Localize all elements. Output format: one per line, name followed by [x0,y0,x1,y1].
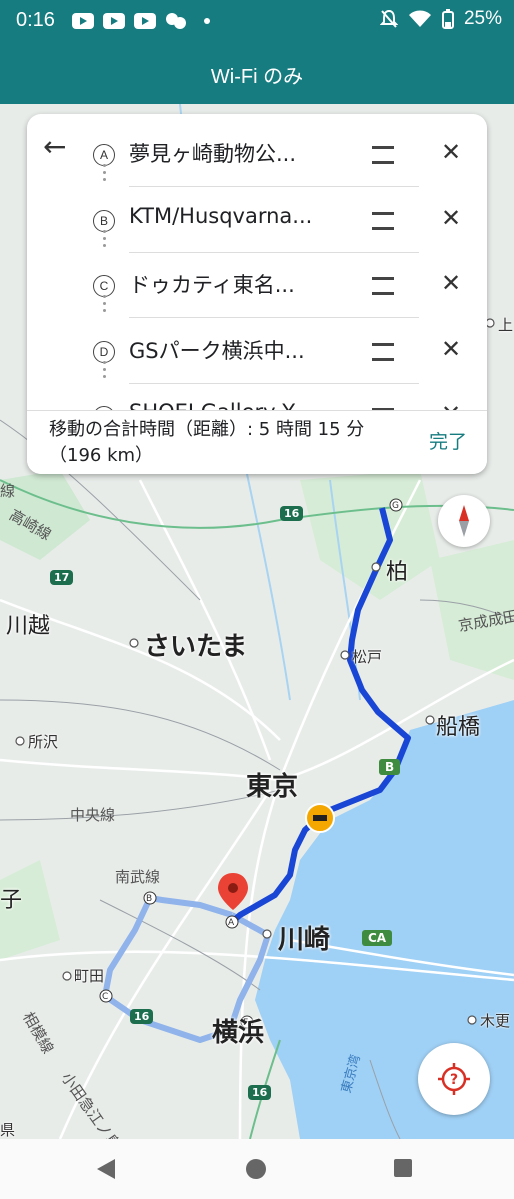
status-bar: 0:16 25% [0,0,514,44]
battery-icon [441,9,454,29]
youtube-icon [72,13,94,29]
status-right: 25% [379,8,502,30]
game-controller-icon [166,13,186,29]
marker-b-label: B [146,894,153,904]
divider [129,383,419,384]
map-label-kisarazu: 木更 [480,1012,511,1030]
drag-handle-icon[interactable] [372,146,394,164]
divider [129,317,419,318]
route-16-shield: 16 [248,1085,272,1100]
map-label-yokohama: 横浜 [212,1018,265,1048]
remove-stop-icon[interactable]: ✕ [441,269,461,297]
map-label-tokorozawa: 所沢 [28,733,59,751]
battery-percent: 25% [463,8,502,29]
stop-row-a[interactable]: A 夢見ヶ崎動物公... ✕ [89,124,485,188]
youtube-icon [134,13,156,29]
route-dots [103,230,106,251]
status-time: 0:16 [16,9,55,31]
map-label-saitama: さいたま [144,632,248,662]
remove-stop-icon[interactable]: ✕ [441,204,461,232]
compass-icon [459,505,469,537]
divider [129,252,419,253]
map-label-ken: 県 [0,1121,16,1139]
map-label-machida: 町田 [74,967,105,985]
map-label-nanbu-line: 南武線 [115,868,161,886]
marker-f-label: F [243,1018,249,1028]
route-dots [103,164,106,185]
wifi-icon [408,10,431,27]
nav-recents-icon[interactable] [394,1159,412,1177]
directions-panel: ← A 夢見ヶ崎動物公... ✕ B KTM/Husqvarna... ✕ C … [27,114,487,474]
nav-home-icon[interactable] [246,1159,266,1179]
route-dots [103,295,106,316]
compass-button[interactable] [438,495,490,547]
trip-summary: 移動の合計時間（距離）: 5 時間 15 分 （196 km） 完了 [27,410,487,474]
system-nav-bar [0,1139,514,1199]
stop-badge: B [93,210,115,232]
map-label-kawagoe: 川越 [6,614,51,639]
stop-badge: C [93,275,115,297]
app-title-bar: Wi-Fi のみ [0,44,514,104]
stop-name[interactable]: KTM/Husqvarna... [129,204,339,228]
map-label-sen: 線 [0,482,16,500]
svg-text:?: ? [450,1072,458,1088]
marker-g-label: G [392,501,399,511]
nav-back-icon[interactable] [97,1159,115,1179]
route-16-shield: 16 [280,506,304,521]
stop-name[interactable]: ドゥカティ東名... [129,269,339,299]
back-arrow-icon[interactable]: ← [43,132,73,162]
route-ca-shield: CA [362,930,393,946]
stop-badge: D [93,341,115,363]
stop-row-b[interactable]: B KTM/Husqvarna... ✕ [89,190,485,254]
route-16-shield: 16 [130,1009,154,1024]
location-unknown-icon: ? [438,1063,470,1095]
map-label-kawasaki: 川崎 [278,925,331,955]
route-17-shield: 17 [50,570,74,585]
trip-summary-text: 移動の合計時間（距離）: 5 時間 15 分 （196 km） [49,419,365,466]
remove-stop-icon[interactable]: ✕ [441,335,461,363]
notification-icons [72,12,210,30]
marker-c-label: C [102,992,109,1002]
map-label-funabashi: 船橋 [436,715,481,740]
route-b-shield: B [379,759,401,775]
stop-name[interactable]: 夢見ヶ崎動物公... [129,138,339,168]
bell-off-icon [379,9,398,28]
my-location-button[interactable]: ? [418,1043,490,1115]
page-title: Wi-Fi のみ [210,66,304,88]
stop-row-c[interactable]: C ドゥカティ東名... ✕ [89,255,485,319]
drag-handle-icon[interactable] [372,277,394,295]
map-label-chuo-line: 中央線 [70,806,116,824]
remove-stop-icon[interactable]: ✕ [441,138,461,166]
divider [129,186,419,187]
map-label-kashiwa: 柏 [386,560,409,585]
youtube-icon [103,13,125,29]
map-label-ue: 上 [498,316,514,334]
map-label-ko: 子 [0,888,23,913]
route-dots [103,361,106,382]
map-label-tokyo: 東京 [246,772,299,802]
stop-badge: A [93,144,115,166]
drag-handle-icon[interactable] [372,343,394,361]
marker-a-label: A [228,918,235,928]
drag-handle-icon[interactable] [372,212,394,230]
map-label-matsudo: 松戸 [352,648,383,666]
done-button[interactable]: 完了 [429,427,467,454]
stop-row-d[interactable]: D GSパーク横浜中... ✕ [89,321,485,385]
more-notifications-dot [204,18,210,24]
stop-name[interactable]: GSパーク横浜中... [129,335,339,365]
